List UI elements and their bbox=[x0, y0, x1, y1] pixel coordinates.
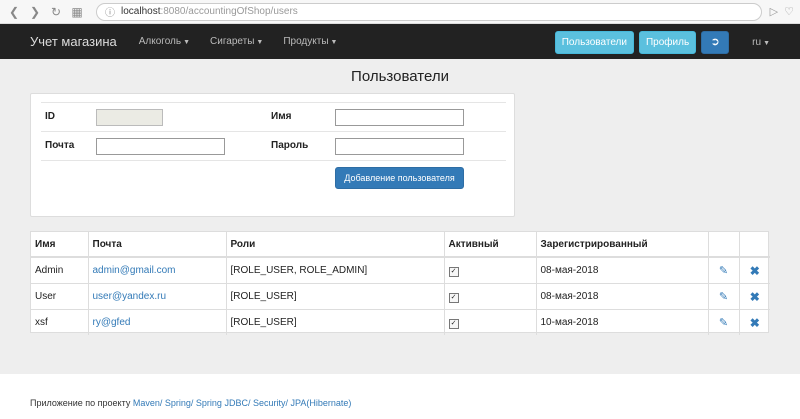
send-icon[interactable]: ▷ bbox=[770, 5, 778, 18]
navbar: Учет магазина Алкоголь ▼ Сигареты ▼ Продук… bbox=[0, 24, 800, 59]
logout-button[interactable]: ➲ bbox=[701, 31, 730, 54]
cell-edit: ✎ bbox=[708, 283, 740, 310]
menu-products[interactable]: Продукты ▼ bbox=[283, 36, 337, 47]
cell-registered: 08-мая-2018 bbox=[536, 283, 709, 310]
id-field bbox=[96, 109, 163, 126]
pencil-icon[interactable]: ✎ bbox=[719, 317, 728, 329]
url-host: localhost bbox=[121, 6, 161, 17]
table-row: Admin admin@gmail.com [ROLE_USER, ROLE_A… bbox=[31, 256, 770, 284]
menu-cigarettes-label: Сигареты bbox=[210, 36, 255, 47]
main-content: Пользователи ID Имя Почта Пароль Добавле… bbox=[0, 59, 800, 374]
users-table: Имя Почта Роли Активный Зарегистрированн… bbox=[31, 232, 770, 335]
cell-email: admin@gmail.com bbox=[88, 256, 227, 284]
name-field[interactable] bbox=[335, 109, 464, 126]
pencil-icon[interactable]: ✎ bbox=[719, 291, 728, 303]
remove-icon[interactable]: ✖ bbox=[750, 290, 760, 304]
reload-icon[interactable]: ↻ bbox=[48, 5, 64, 19]
footer-prefix: Приложение по проекту bbox=[30, 398, 131, 408]
users-button[interactable]: Пользователи bbox=[554, 31, 634, 54]
remove-icon[interactable]: ✖ bbox=[750, 316, 760, 330]
divider bbox=[41, 131, 506, 132]
cell-delete: ✖ bbox=[739, 309, 770, 335]
browser-toolbar: ❮ ❯ ↻ ▦ ⓘ localhost:8080/accountingOfSho… bbox=[0, 0, 800, 24]
cell-email: ry@gfed bbox=[88, 309, 227, 335]
cell-edit: ✎ bbox=[708, 309, 740, 335]
cell-email: user@yandex.ru bbox=[88, 283, 227, 310]
language-dropdown[interactable]: ru ▼ bbox=[752, 37, 770, 48]
cell-active: ✓ bbox=[444, 283, 537, 310]
navbar-brand[interactable]: Учет магазина bbox=[30, 34, 117, 49]
table-row: xsf ry@gfed [ROLE_USER] ✓ 10-мая-2018 ✎ … bbox=[31, 309, 770, 335]
cell-roles: [ROLE_USER] bbox=[226, 309, 445, 335]
divider bbox=[41, 102, 506, 103]
footer-link-maven[interactable]: Maven/ bbox=[133, 398, 163, 408]
column-header-registered: Зарегистрированный bbox=[536, 232, 709, 258]
caret-down-icon: ▼ bbox=[183, 39, 191, 46]
logout-icon: ➲ bbox=[710, 36, 720, 48]
cell-roles: [ROLE_USER] bbox=[226, 283, 445, 310]
password-label: Пароль bbox=[271, 140, 309, 151]
cell-registered: 10-мая-2018 bbox=[536, 309, 709, 335]
cell-name: xsf bbox=[31, 309, 89, 335]
column-header-active: Активный bbox=[444, 232, 537, 258]
column-header-delete bbox=[739, 232, 770, 258]
users-table-panel: Имя Почта Роли Активный Зарегистрированн… bbox=[30, 231, 770, 335]
user-form: ID Имя Почта Пароль Добавление пользоват… bbox=[30, 93, 515, 217]
footer-link-spring[interactable]: Spring/ bbox=[165, 398, 194, 408]
divider bbox=[41, 160, 506, 161]
cell-delete: ✖ bbox=[739, 256, 770, 284]
grid-icon[interactable]: ▦ bbox=[69, 5, 85, 19]
caret-down-icon: ▼ bbox=[330, 39, 338, 46]
footer-link-security[interactable]: Security/ bbox=[253, 398, 288, 408]
active-checkbox[interactable]: ✓ bbox=[448, 292, 459, 303]
caret-down-icon: ▼ bbox=[763, 40, 770, 47]
pencil-icon[interactable]: ✎ bbox=[719, 265, 728, 277]
cell-roles: [ROLE_USER, ROLE_ADMIN] bbox=[226, 256, 445, 284]
table-row: User user@yandex.ru [ROLE_USER] ✓ 08-мая… bbox=[31, 283, 770, 310]
footer: Приложение по проекту Maven/ Spring/ Spr… bbox=[30, 398, 351, 408]
remove-icon[interactable]: ✖ bbox=[750, 264, 760, 278]
cell-registered: 08-мая-2018 bbox=[536, 256, 709, 284]
menu-products-label: Продукты bbox=[283, 36, 329, 47]
cell-name: Admin bbox=[31, 256, 89, 284]
info-icon: ⓘ bbox=[105, 8, 115, 19]
heart-icon[interactable]: ♡ bbox=[784, 5, 794, 18]
password-field[interactable] bbox=[335, 138, 464, 155]
language-label: ru bbox=[752, 37, 762, 48]
profile-button[interactable]: Профиль bbox=[638, 31, 697, 54]
add-user-button[interactable]: Добавление пользователя bbox=[335, 167, 464, 189]
email-field[interactable] bbox=[96, 138, 225, 155]
email-link[interactable]: admin@gmail.com bbox=[93, 265, 176, 276]
active-checkbox[interactable]: ✓ bbox=[448, 266, 459, 277]
footer-link-jpa[interactable]: JPA(Hibernate) bbox=[291, 398, 352, 408]
menu-alcohol-label: Алкоголь bbox=[138, 36, 182, 47]
forward-icon[interactable]: ❯ bbox=[27, 5, 43, 19]
email-label: Почта bbox=[45, 140, 75, 151]
id-label: ID bbox=[45, 111, 55, 122]
menu-cigarettes[interactable]: Сигареты ▼ bbox=[210, 36, 263, 47]
cell-active: ✓ bbox=[444, 256, 537, 284]
email-link[interactable]: ry@gfed bbox=[93, 317, 131, 328]
cell-active: ✓ bbox=[444, 309, 537, 335]
menu-alcohol[interactable]: Алкоголь ▼ bbox=[139, 36, 190, 47]
table-header-row: Имя Почта Роли Активный Зарегистрированн… bbox=[31, 232, 770, 258]
column-header-name: Имя bbox=[31, 232, 89, 258]
address-bar[interactable]: ⓘ localhost:8080/accountingOfShop/users bbox=[96, 2, 762, 21]
cell-edit: ✎ bbox=[708, 256, 740, 284]
column-header-email: Почта bbox=[88, 232, 227, 258]
cell-name: User bbox=[31, 283, 89, 310]
column-header-roles: Роли bbox=[226, 232, 445, 258]
column-header-edit bbox=[708, 232, 740, 258]
active-checkbox[interactable]: ✓ bbox=[448, 318, 459, 329]
page-title: Пользователи bbox=[351, 68, 449, 85]
caret-down-icon: ▼ bbox=[256, 39, 264, 46]
email-link[interactable]: user@yandex.ru bbox=[93, 291, 167, 302]
footer-link-spring-jdbc[interactable]: Spring JDBC/ bbox=[196, 398, 251, 408]
back-icon[interactable]: ❮ bbox=[6, 5, 22, 19]
url-path: :8080/accountingOfShop/users bbox=[160, 6, 298, 17]
cell-delete: ✖ bbox=[739, 283, 770, 310]
name-label: Имя bbox=[271, 111, 292, 122]
